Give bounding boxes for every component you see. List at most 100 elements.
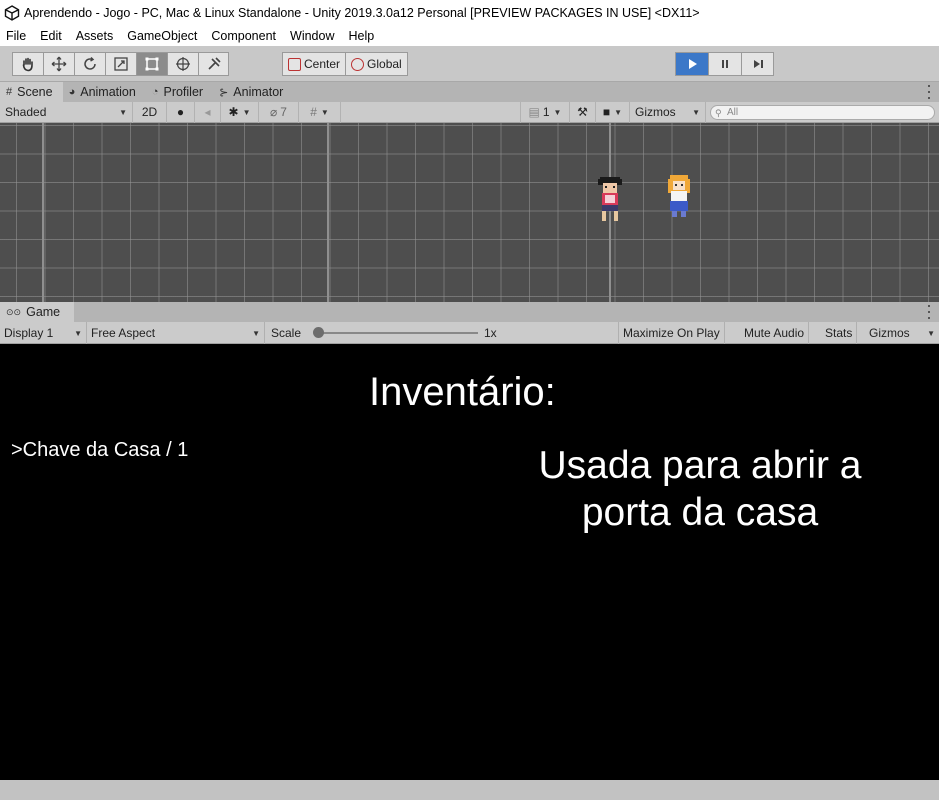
npc-sprite[interactable]: [596, 175, 624, 225]
scale-value: 1x: [484, 326, 497, 340]
camera-dropdown[interactable]: ■ ▼: [596, 101, 630, 123]
menu-component[interactable]: Component: [211, 29, 276, 43]
menu-edit[interactable]: Edit: [40, 29, 62, 43]
speaker-icon: ◂: [204, 105, 211, 119]
item-description: Usada para abrir a porta da casa: [538, 444, 862, 534]
chevron-down-icon: ▼: [252, 328, 260, 338]
game-panel-menu-icon[interactable]: [928, 305, 931, 319]
scene-gizmos-dropdown[interactable]: Gizmos ▼: [630, 101, 706, 123]
effects-icon: ✱: [228, 105, 239, 119]
globe-icon: [351, 57, 365, 71]
chevron-down-icon: ▼: [242, 107, 251, 117]
inventory-title: Inventário:: [369, 370, 556, 414]
lightbulb-icon: ●: [176, 105, 185, 119]
chevron-down-icon: ▼: [692, 107, 700, 117]
audio-toggle[interactable]: ◂: [195, 101, 221, 123]
eye-hidden-icon: ⌀: [270, 105, 278, 119]
layers-dropdown[interactable]: ▤ 1 ▼: [520, 101, 570, 123]
camera-icon: ■: [602, 105, 611, 119]
player-sprite[interactable]: [664, 173, 694, 221]
pivot-mode-label: Center: [304, 57, 341, 71]
unity-logo-icon: [4, 5, 20, 21]
menu-gameobject[interactable]: GameObject: [127, 29, 197, 43]
wrench-icon: ⚒: [577, 105, 588, 119]
grid-axis-line: [42, 123, 44, 302]
game-gizmos-dropdown[interactable]: Gizmos ▼: [865, 322, 939, 344]
maximize-on-play-toggle[interactable]: Maximize On Play: [618, 322, 725, 344]
scene-view[interactable]: [0, 123, 939, 302]
scale-tool-button[interactable]: [105, 52, 136, 76]
chevron-down-icon: ▼: [320, 107, 329, 117]
chevron-down-icon: ▼: [927, 328, 935, 338]
tools-button[interactable]: ⚒: [570, 101, 596, 123]
menu-bar: File Edit Assets GameObject Component Wi…: [0, 26, 939, 46]
scene-tab-strip: # Scene ◕ Animation ◔ Profiler ⊱ Animato…: [0, 82, 939, 102]
aspect-label: Free Aspect: [91, 326, 156, 340]
transform-tool-button[interactable]: [167, 52, 198, 76]
animator-icon: ⊱: [219, 86, 229, 99]
grid-snap-dropdown[interactable]: # ▼: [299, 101, 341, 123]
scene-gizmos-label: Gizmos: [635, 105, 676, 119]
game-gizmos-label: Gizmos: [869, 326, 910, 340]
toggle-2d-label: 2D: [141, 105, 158, 119]
stats-toggle[interactable]: Stats: [821, 322, 858, 344]
scale-slider-track[interactable]: [320, 332, 478, 334]
tab-animation[interactable]: ◕ Animation: [63, 82, 146, 102]
hand-tool-button[interactable]: [12, 52, 43, 76]
play-button[interactable]: [675, 52, 708, 76]
game-control-bar: Display 1 ▼ Free Aspect ▼ Scale 1x Maxim…: [0, 322, 939, 344]
window-title-bar: Aprendendo - Jogo - PC, Mac & Linux Stan…: [0, 0, 939, 26]
rect-tool-icon: [145, 57, 159, 71]
scale-slider-handle[interactable]: [313, 327, 324, 338]
toggle-2d-button[interactable]: 2D: [133, 101, 167, 123]
tab-scene-label: Scene: [17, 85, 53, 99]
pivot-rotation-label: Global: [367, 57, 402, 71]
pivot-controls: Center Global: [282, 52, 408, 76]
game-view[interactable]: Inventário: >Chave da Casa / 1 Usada par…: [0, 344, 939, 780]
pivot-mode-button[interactable]: Center: [282, 52, 347, 76]
menu-assets[interactable]: Assets: [76, 29, 114, 43]
scene-panel-menu-icon[interactable]: [928, 85, 931, 99]
hidden-objects-toggle[interactable]: ⌀ 7: [259, 101, 299, 123]
tab-game[interactable]: ⊙⊙ Game: [0, 302, 75, 322]
main-toolbar: Center Global: [0, 46, 939, 82]
pause-button[interactable]: [708, 52, 741, 76]
pivot-rotation-button[interactable]: Global: [346, 52, 408, 76]
game-tab-strip: ⊙⊙ Game: [0, 302, 939, 322]
pivot-center-icon: [288, 57, 301, 71]
display-label: Display 1: [4, 326, 54, 340]
tab-animator[interactable]: ⊱ Animator: [213, 82, 293, 102]
tab-animator-label: Animator: [233, 85, 284, 99]
scene-search-input[interactable]: ⚲ All: [710, 105, 935, 120]
chevron-down-icon: ▼: [119, 107, 127, 117]
scale-tool-icon: [114, 57, 128, 71]
inventory-item[interactable]: >Chave da Casa / 1: [11, 439, 188, 462]
tab-profiler[interactable]: ◔ Profiler: [146, 82, 213, 102]
effects-dropdown[interactable]: ✱ ▼: [221, 101, 259, 123]
rect-tool-button[interactable]: [136, 52, 167, 76]
rotate-tool-button[interactable]: [74, 52, 105, 76]
move-tool-icon: [51, 56, 67, 72]
tab-scene[interactable]: # Scene: [0, 82, 63, 102]
custom-tool-button[interactable]: [198, 52, 229, 76]
play-controls: [675, 52, 774, 76]
menu-window[interactable]: Window: [290, 29, 334, 43]
move-tool-button[interactable]: [43, 52, 74, 76]
profiler-icon: ◔: [151, 86, 159, 98]
menu-help[interactable]: Help: [348, 29, 374, 43]
scene-search-placeholder: All: [727, 107, 739, 118]
draw-mode-dropdown[interactable]: Shaded ▼: [0, 101, 133, 123]
pause-icon: [722, 60, 728, 68]
aspect-dropdown[interactable]: Free Aspect ▼: [87, 322, 265, 344]
chevron-down-icon: ▼: [553, 107, 562, 117]
tab-profiler-label: Profiler: [163, 85, 204, 99]
display-dropdown[interactable]: Display 1 ▼: [0, 322, 87, 344]
chevron-down-icon: ▼: [614, 107, 623, 117]
menu-file[interactable]: File: [6, 29, 26, 43]
step-icon: [753, 60, 763, 68]
lighting-toggle[interactable]: ●: [167, 101, 195, 123]
animation-icon: ◕: [68, 86, 76, 98]
rotate-tool-icon: [84, 56, 96, 70]
mute-audio-toggle[interactable]: Mute Audio: [740, 322, 810, 344]
step-button[interactable]: [741, 52, 774, 76]
